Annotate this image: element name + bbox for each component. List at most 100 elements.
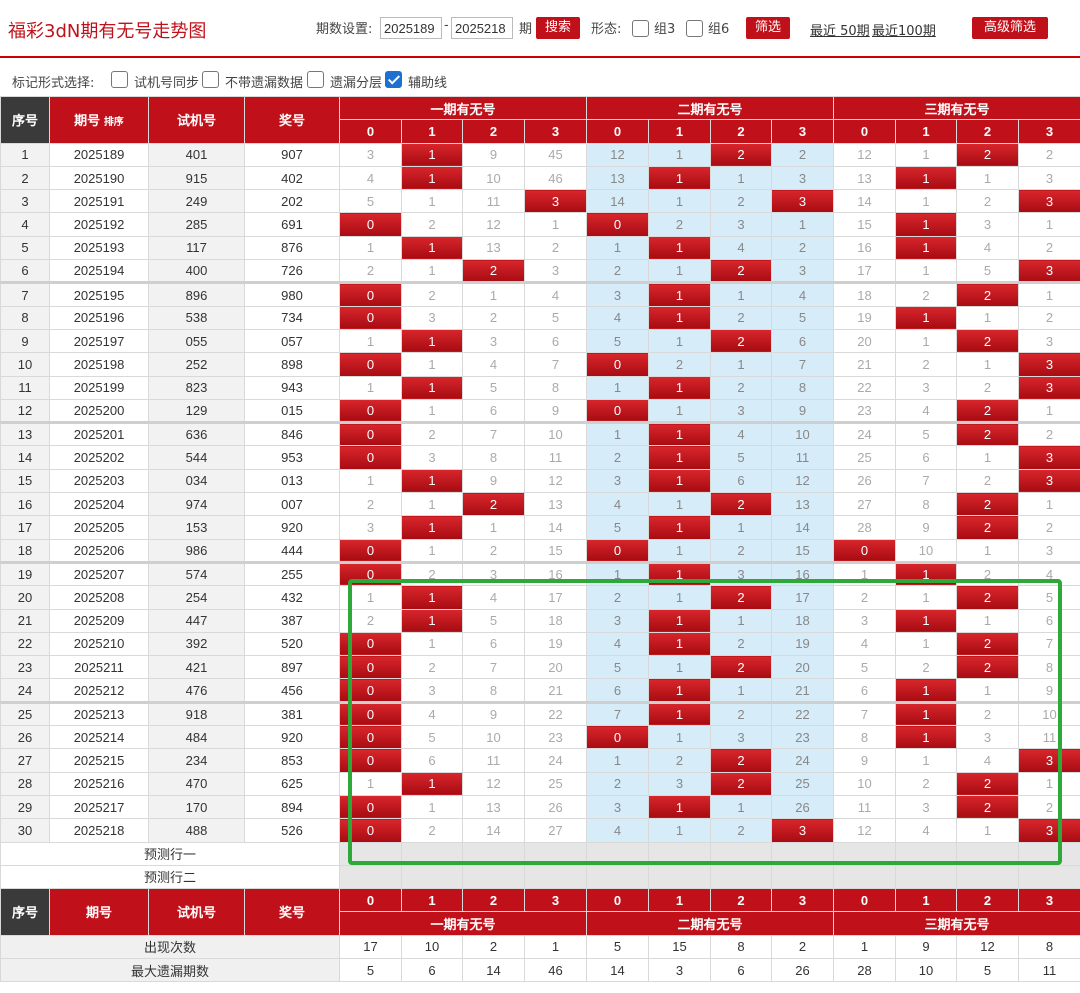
footer-digit: 3: [523, 888, 588, 913]
trend-cell: 3: [771, 189, 835, 214]
trend-cell: 2: [956, 585, 1020, 610]
trend-cell: 1: [586, 748, 650, 773]
predict-cell[interactable]: [648, 841, 712, 866]
trend-cell: 1: [586, 235, 650, 261]
row-prize: 907: [244, 142, 340, 167]
trend-cell: 2: [956, 771, 1020, 796]
trend-cell: 3: [1018, 468, 1080, 494]
trend-cell: 0: [339, 818, 402, 843]
recent100-link[interactable]: 最近100期: [872, 20, 936, 39]
row-test: 918: [148, 700, 245, 727]
row-seq: 22: [0, 631, 50, 657]
trend-cell: 4: [586, 305, 650, 330]
stat-value: 15: [648, 934, 712, 959]
opt-layer-checkbox[interactable]: [307, 71, 324, 88]
trend-table: 序号 期号 排序 试机号 奖号 一期有无号 二期有无号 三期有无号 0 1 2 3 0 1 2 3 0 1 2 3 …: [0, 95, 1080, 983]
trend-cell: 0: [339, 631, 402, 657]
predict-cell[interactable]: [771, 864, 835, 890]
predict-cell[interactable]: [1018, 841, 1080, 866]
predict-cell[interactable]: [710, 864, 773, 890]
row-prize: 980: [244, 281, 340, 307]
trend-cell: 21: [523, 678, 588, 703]
trend-cell: 1: [895, 259, 958, 284]
sort-label[interactable]: 排序: [104, 117, 124, 128]
trend-cell: 1: [710, 281, 773, 307]
row-period: 2025197: [49, 328, 149, 354]
trend-cell: 6: [586, 678, 650, 703]
trend-cell: 6: [1018, 608, 1080, 633]
row-prize: 853: [244, 748, 340, 773]
predict-cell[interactable]: [401, 864, 463, 890]
row-seq: 20: [0, 585, 50, 610]
group3-checkbox[interactable]: [632, 20, 649, 37]
trend-cell: 5: [710, 445, 773, 470]
trend-cell: 12: [523, 468, 588, 494]
trend-cell: 2: [956, 142, 1020, 167]
header-period[interactable]: 期号 排序: [49, 96, 149, 144]
predict-cell[interactable]: [710, 841, 773, 866]
trend-cell: 6: [895, 445, 958, 470]
trend-cell: 25: [523, 771, 588, 796]
trend-cell: 2: [895, 655, 958, 680]
predict-cell[interactable]: [895, 841, 958, 866]
trend-cell: 1: [1018, 492, 1080, 517]
trend-cell: 23: [523, 725, 588, 750]
predict-cell[interactable]: [339, 841, 402, 866]
table-row: 30 2025218 488 526 0 2 14 27 4 1 2 3 12 4 1 3: [0, 818, 1080, 843]
opt-sync-checkbox[interactable]: [111, 71, 128, 88]
predict-cell[interactable]: [833, 841, 897, 866]
group3-label: 组3: [654, 22, 676, 37]
group6-checkbox[interactable]: [686, 20, 703, 37]
stat-value: 5: [339, 957, 402, 983]
search-button[interactable]: 搜索: [536, 17, 580, 39]
advanced-filter-button[interactable]: 高级筛选: [972, 17, 1048, 39]
footer-digit: 3: [1018, 888, 1080, 913]
row-period: 2025191: [49, 189, 149, 214]
trend-cell: 5: [586, 655, 650, 680]
trend-cell: 3: [710, 398, 773, 424]
predict-cell[interactable]: [339, 864, 402, 890]
row-period: 2025199: [49, 375, 149, 400]
predict-cell[interactable]: [401, 841, 463, 866]
predict-cell[interactable]: [523, 841, 588, 866]
predict-cell[interactable]: [462, 864, 525, 890]
predict-cell[interactable]: [895, 864, 958, 890]
header-digit: 1: [648, 119, 712, 144]
period-from-input[interactable]: [380, 17, 442, 39]
trend-cell: 1: [648, 515, 712, 540]
trend-cell: 22: [771, 700, 835, 727]
filter-button[interactable]: 筛选: [746, 17, 790, 39]
predict-cell[interactable]: [833, 864, 897, 890]
trend-cell: 13: [462, 794, 525, 820]
recent50-link[interactable]: 最近 50期: [810, 20, 870, 39]
predict-cell[interactable]: [462, 841, 525, 866]
trend-cell: 14: [586, 189, 650, 214]
predict-cell[interactable]: [771, 841, 835, 866]
trend-cell: 4: [462, 352, 525, 377]
predict-cell[interactable]: [1018, 864, 1080, 890]
predict-cell[interactable]: [956, 841, 1020, 866]
trend-cell: 1: [956, 818, 1020, 843]
trend-cell: 2: [956, 794, 1020, 820]
mark-options-bar: 标记形式选择: 试机号同步 不带遗漏数据 遗漏分层 辅助线: [0, 62, 1080, 96]
predict-cell[interactable]: [648, 864, 712, 890]
trend-cell: 1: [895, 585, 958, 610]
trend-cell: 2: [710, 142, 773, 167]
trend-cell: 1: [401, 771, 463, 796]
opt-guide-label: 辅助线: [408, 76, 448, 91]
opt-guide-checkbox[interactable]: [385, 71, 402, 88]
period-to-input[interactable]: [451, 17, 513, 39]
predict-cell[interactable]: [956, 864, 1020, 890]
trend-cell: 13: [462, 235, 525, 261]
opt-nomiss-checkbox[interactable]: [202, 71, 219, 88]
predict-row: 预测行一: [0, 841, 1080, 866]
trend-cell: 25: [833, 445, 897, 470]
trend-cell: 3: [586, 608, 650, 633]
trend-cell: 2: [771, 142, 835, 167]
trend-cell: 1: [648, 585, 712, 610]
trend-cell: 1: [401, 375, 463, 400]
predict-cell[interactable]: [523, 864, 588, 890]
trend-cell: 8: [523, 375, 588, 400]
predict-cell[interactable]: [586, 841, 650, 866]
predict-cell[interactable]: [586, 864, 650, 890]
